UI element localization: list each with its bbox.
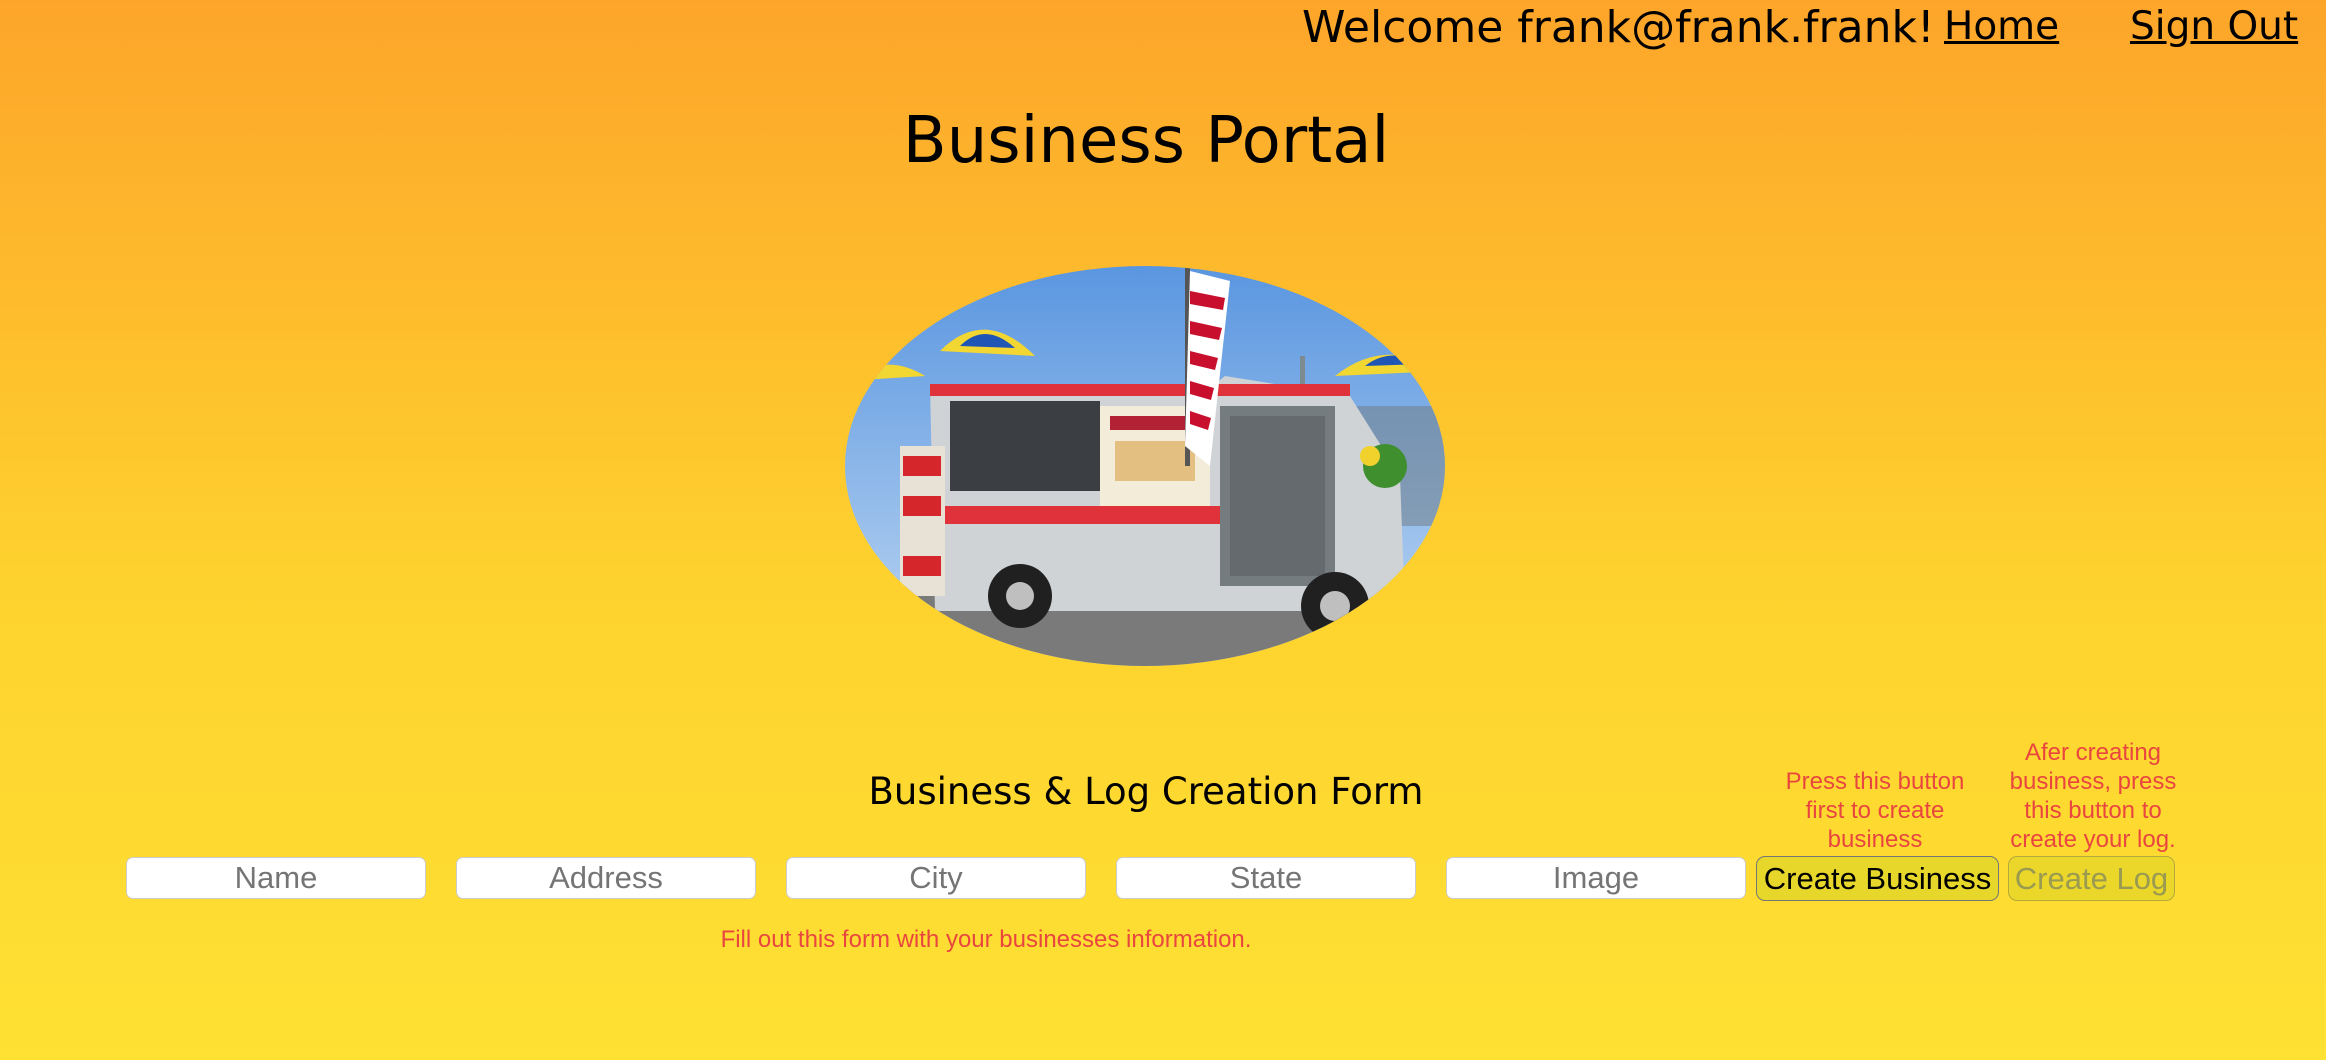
name-input[interactable]: [126, 857, 426, 899]
food-truck-image: [845, 266, 1445, 666]
form-instructions: Fill out this form with your businesses …: [720, 926, 1252, 953]
page-title: Business Portal: [902, 104, 1390, 178]
create-business-button[interactable]: Create Business: [1756, 856, 1999, 901]
state-input[interactable]: [1116, 857, 1416, 899]
create-business-hint: Press this button first to create busine…: [1785, 768, 1965, 853]
address-input[interactable]: [456, 857, 756, 899]
create-log-button[interactable]: Create Log: [2008, 856, 2175, 901]
welcome-message: Welcome frank@frank.frank!: [1302, 2, 1935, 53]
city-input[interactable]: [786, 857, 1086, 899]
home-link[interactable]: Home: [1944, 4, 2059, 49]
create-log-hint: Afer creating business, press this butto…: [2009, 739, 2177, 853]
sign-out-link[interactable]: Sign Out: [2130, 4, 2298, 49]
image-input[interactable]: [1446, 857, 1746, 899]
